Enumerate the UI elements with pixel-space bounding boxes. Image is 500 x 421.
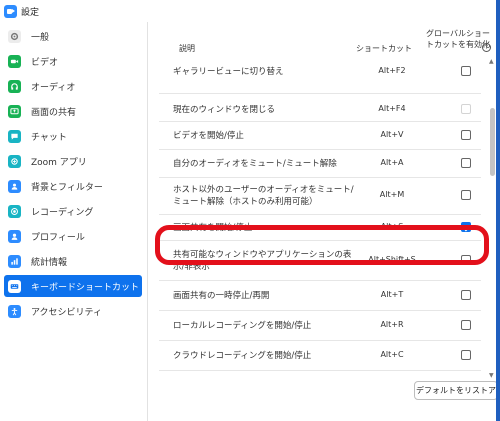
sidebar-item-label: 背景とフィルター bbox=[31, 182, 103, 193]
table-row: 画面共有の一時停止/再開 Alt+T bbox=[159, 281, 481, 311]
row-shortcut[interactable]: Alt+C bbox=[357, 350, 427, 359]
row-description: 自分のオーディオをミュート/ミュート解除 bbox=[173, 159, 337, 169]
sidebar-item-label: キーボードショートカット bbox=[31, 282, 140, 293]
gear-icon bbox=[8, 29, 21, 43]
shortcuts-panel: 説明 ショートカット グローバルショートカットを有効化 ? ギャラリービューに切… bbox=[149, 22, 500, 421]
window-title: 設定 bbox=[21, 7, 40, 18]
global-checkbox[interactable] bbox=[461, 255, 471, 265]
table-header: 説明 ショートカット グローバルショートカットを有効化 ? bbox=[149, 22, 491, 62]
global-checkbox bbox=[461, 104, 471, 114]
profile-icon bbox=[8, 229, 21, 243]
sidebar-item-label: Zoom アプリ bbox=[31, 157, 87, 168]
sidebar-item-label: 統計情報 bbox=[31, 257, 68, 268]
help-icon[interactable]: ? bbox=[482, 43, 491, 52]
settings-sidebar: 一般 ビデオ オーディオ 画面の共有 チャット Zoom アプリ 背景とフィルタ… bbox=[0, 22, 148, 421]
title-bar: 設定 bbox=[0, 0, 500, 22]
sidebar-item-label: 画面の共有 bbox=[31, 107, 77, 118]
table-row: ビデオを開始/停止 Alt+V bbox=[159, 122, 481, 150]
sidebar-item-chat[interactable]: チャット bbox=[4, 125, 142, 147]
sidebar-item-profile[interactable]: プロフィール bbox=[4, 225, 142, 247]
row-description: ビデオを開始/停止 bbox=[173, 131, 244, 141]
row-description: クラウドレコーディングを開始/停止 bbox=[173, 351, 312, 361]
row-shortcut[interactable]: Alt+S bbox=[357, 222, 427, 231]
sidebar-item-keyboard-shortcuts[interactable]: キーボードショートカット bbox=[4, 275, 142, 297]
row-shortcut[interactable]: Alt+A bbox=[357, 158, 427, 167]
chat-icon bbox=[8, 129, 21, 143]
row-description: 現在のウィンドウを閉じる bbox=[173, 105, 276, 115]
keyboard-icon bbox=[8, 279, 21, 293]
restore-defaults-button[interactable]: デフォルトをリストア bbox=[414, 381, 498, 400]
global-checkbox[interactable] bbox=[461, 190, 471, 200]
row-description: 画面共有を開始/停止 bbox=[173, 223, 253, 233]
accessibility-icon bbox=[8, 304, 21, 318]
headphones-icon bbox=[8, 79, 21, 93]
row-description: 画面共有の一時停止/再開 bbox=[173, 291, 270, 301]
video-icon bbox=[8, 54, 21, 68]
row-shortcut[interactable]: Alt+F4 bbox=[357, 104, 427, 113]
person-background-icon bbox=[8, 179, 21, 193]
global-checkbox[interactable] bbox=[461, 222, 471, 232]
apps-icon bbox=[8, 154, 21, 168]
screen-share-icon bbox=[8, 104, 21, 118]
statistics-icon bbox=[8, 254, 21, 268]
sidebar-item-accessibility[interactable]: アクセシビリティ bbox=[4, 300, 142, 322]
global-checkbox[interactable] bbox=[461, 320, 471, 330]
sidebar-item-background-filters[interactable]: 背景とフィルター bbox=[4, 175, 142, 197]
table-row: 現在のウィンドウを閉じる Alt+F4 bbox=[159, 94, 481, 122]
row-shortcut[interactable]: Alt+F2 bbox=[357, 66, 427, 75]
sidebar-item-share-screen[interactable]: 画面の共有 bbox=[4, 100, 142, 122]
sidebar-item-label: アクセシビリティ bbox=[31, 307, 103, 318]
row-description: ローカルレコーディングを開始/停止 bbox=[173, 321, 312, 331]
row-shortcut[interactable]: Alt+R bbox=[357, 320, 427, 329]
zoom-app-icon bbox=[4, 4, 17, 18]
sidebar-item-statistics[interactable]: 統計情報 bbox=[4, 250, 142, 272]
sidebar-item-zoom-apps[interactable]: Zoom アプリ bbox=[4, 150, 142, 172]
table-row: ローカルレコーディングを開始/停止 Alt+R bbox=[159, 311, 481, 341]
table-row: ギャラリービューに切り替え Alt+F2 bbox=[159, 62, 481, 94]
scroll-up-arrow-icon[interactable]: ▲ bbox=[489, 58, 494, 65]
sidebar-item-label: オーディオ bbox=[31, 82, 76, 93]
sidebar-item-recording[interactable]: レコーディング bbox=[4, 200, 142, 222]
sidebar-item-label: プロフィール bbox=[31, 232, 85, 243]
row-description: ギャラリービューに切り替え bbox=[173, 67, 284, 77]
table-row: 画面共有を開始/停止 Alt+S bbox=[159, 215, 481, 241]
record-icon bbox=[8, 204, 21, 218]
row-description: ホスト以外のユーザーのオーディオをミュート/ミュート解除（ホストのみ利用可能） bbox=[173, 185, 354, 207]
global-checkbox[interactable] bbox=[461, 290, 471, 300]
sidebar-item-general[interactable]: 一般 bbox=[4, 25, 142, 47]
scroll-down-arrow-icon[interactable]: ▼ bbox=[489, 372, 494, 379]
row-description: 共有可能なウィンドウやアプリケーションの表示/非表示 bbox=[173, 250, 352, 272]
table-row: ホスト以外のユーザーのオーディオをミュート/ミュート解除（ホストのみ利用可能） … bbox=[159, 178, 481, 215]
global-checkbox[interactable] bbox=[461, 130, 471, 140]
global-checkbox[interactable] bbox=[461, 158, 471, 168]
row-shortcut[interactable]: Alt+T bbox=[357, 290, 427, 299]
table-row: 共有可能なウィンドウやアプリケーションの表示/非表示 Alt+Shift+S bbox=[159, 241, 481, 281]
shortcut-list: ギャラリービューに切り替え Alt+F2 現在のウィンドウを閉じる Alt+F4… bbox=[149, 62, 489, 397]
scrollbar-thumb[interactable] bbox=[490, 108, 495, 176]
table-row: 自分のオーディオをミュート/ミュート解除 Alt+A bbox=[159, 150, 481, 178]
window-edge bbox=[496, 0, 500, 421]
global-checkbox[interactable] bbox=[461, 66, 471, 76]
row-shortcut[interactable]: Alt+M bbox=[357, 190, 427, 199]
sidebar-item-label: 一般 bbox=[31, 32, 50, 43]
sidebar-item-audio[interactable]: オーディオ bbox=[4, 75, 142, 97]
row-shortcut[interactable]: Alt+V bbox=[357, 130, 427, 139]
header-shortcut: ショートカット bbox=[356, 44, 412, 53]
table-row: クラウドレコーディングを開始/停止 Alt+C bbox=[159, 341, 481, 371]
sidebar-item-label: チャット bbox=[31, 132, 67, 143]
settings-window: 設定 一般 ビデオ オーディオ 画面の共有 チャット Zoom アプリ 背景とフ… bbox=[0, 0, 500, 421]
sidebar-item-label: レコーディング bbox=[31, 207, 94, 218]
sidebar-item-video[interactable]: ビデオ bbox=[4, 50, 142, 72]
sidebar-item-label: ビデオ bbox=[31, 57, 59, 68]
header-description: 説明 bbox=[179, 44, 195, 53]
row-shortcut[interactable]: Alt+Shift+S bbox=[357, 255, 427, 264]
global-checkbox[interactable] bbox=[461, 350, 471, 360]
